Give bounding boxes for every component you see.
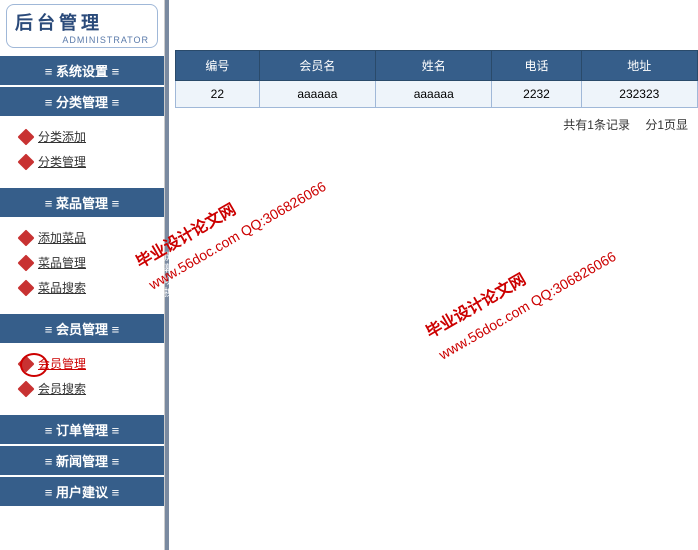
pagination-total: 共有1条记录 <box>563 118 630 132</box>
menu-item-label: 添加菜品 <box>38 229 86 246</box>
menu-item-label: 分类管理 <box>38 153 86 170</box>
menu-item-label: 菜品管理 <box>38 254 86 271</box>
table-cell: 232323 <box>581 81 697 108</box>
members-table: 编号会员名姓名电话地址 22aaaaaaaaaaaa2232232323 <box>175 50 698 108</box>
logo-subtitle: ADMINISTRATOR <box>15 35 149 45</box>
pagination: 共有1条记录 分1页显 <box>175 108 698 141</box>
menu-item-label: 分类添加 <box>38 128 86 145</box>
pencil-icon <box>18 229 35 246</box>
table-header: 姓名 <box>376 51 492 81</box>
menu-item-label: 菜品搜索 <box>38 279 86 296</box>
table-header: 电话 <box>492 51 581 81</box>
pencil-icon <box>18 128 35 145</box>
table-header: 会员名 <box>259 51 375 81</box>
table-header: 地址 <box>581 51 697 81</box>
logo-title: 后台管理 <box>15 9 149 35</box>
pencil-icon <box>18 153 35 170</box>
table-header: 编号 <box>176 51 260 81</box>
main-content: 编号会员名姓名电话地址 22aaaaaaaaaaaa2232232323 共有1… <box>165 0 698 550</box>
menu-item-label: 会员管理 <box>38 355 86 372</box>
menu-item[interactable]: 分类管理 <box>0 149 164 174</box>
table-row[interactable]: 22aaaaaaaaaaaa2232232323 <box>176 81 698 108</box>
menu-header[interactable]: 会员管理 <box>0 314 164 343</box>
pencil-icon <box>18 254 35 271</box>
menu-item[interactable]: 菜品管理 <box>0 250 164 275</box>
menu-item-label: 会员搜索 <box>38 380 86 397</box>
menu-header[interactable]: 系统设置 <box>0 56 164 85</box>
menu-item[interactable]: 菜品搜索 <box>0 275 164 300</box>
menu-header[interactable]: 用户建议 <box>0 477 164 506</box>
menu-header[interactable]: 菜品管理 <box>0 188 164 217</box>
menu-item[interactable]: 添加菜品 <box>0 225 164 250</box>
menu-header[interactable]: 分类管理 <box>0 87 164 116</box>
pencil-icon <box>18 380 35 397</box>
sidebar: 后台管理 ADMINISTRATOR 系统设置分类管理分类添加分类管理菜品管理添… <box>0 0 165 550</box>
pagination-pages: 分1页显 <box>645 118 688 132</box>
table-cell: aaaaaa <box>259 81 375 108</box>
pencil-icon <box>18 279 35 296</box>
table-cell: aaaaaa <box>376 81 492 108</box>
table-cell: 2232 <box>492 81 581 108</box>
pencil-icon <box>18 355 35 372</box>
menu-header[interactable]: 订单管理 <box>0 415 164 444</box>
menu-item[interactable]: 会员管理 <box>0 351 164 376</box>
menu-header[interactable]: 新闻管理 <box>0 446 164 475</box>
logo: 后台管理 ADMINISTRATOR <box>6 4 158 48</box>
menu-item[interactable]: 会员搜索 <box>0 376 164 401</box>
table-cell: 22 <box>176 81 260 108</box>
menu-item[interactable]: 分类添加 <box>0 124 164 149</box>
